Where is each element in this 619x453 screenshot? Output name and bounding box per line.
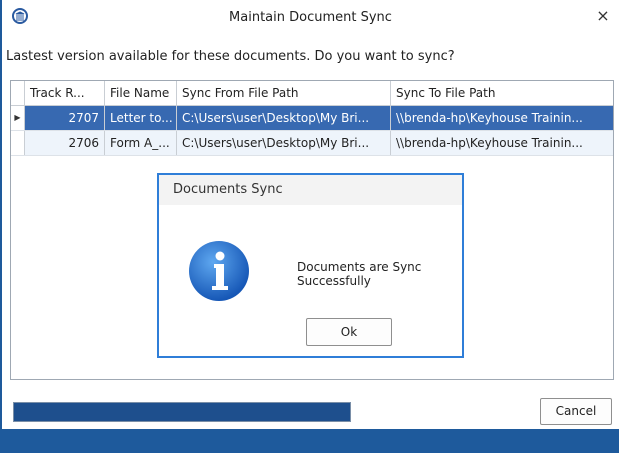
cell-sync-from: C:\Users\user\Desktop\My Bri... <box>177 131 391 155</box>
cell-sync-to: \\brenda-hp\Keyhouse Trainin... <box>391 106 613 130</box>
dialog-message: Documents are Sync Successfully <box>297 260 422 288</box>
cell-sync-to: \\brenda-hp\Keyhouse Trainin... <box>391 131 613 155</box>
column-header-sync-from[interactable]: Sync From File Path <box>177 81 391 105</box>
cell-sync-from: C:\Users\user\Desktop\My Bri... <box>177 106 391 130</box>
row-indicator-icon: ▶ <box>11 106 25 130</box>
sync-progress-bar <box>13 402 351 422</box>
cell-track: 2707 <box>25 106 105 130</box>
close-button[interactable]: × <box>593 6 613 26</box>
sync-window: Maintain Document Sync × Lastest version… <box>0 0 619 453</box>
window-border <box>0 0 2 453</box>
row-indicator <box>11 131 25 155</box>
prompt-text: Lastest version available for these docu… <box>6 49 455 64</box>
column-header-sync-to[interactable]: Sync To File Path <box>391 81 613 105</box>
column-header-track[interactable]: Track R... <box>25 81 105 105</box>
window-title: Maintain Document Sync <box>229 10 392 25</box>
sync-dialog: Documents Sync Documents are Sync Succes… <box>157 173 464 358</box>
cell-file-name: Form A_... <box>105 131 177 155</box>
table-row[interactable]: 2706 Form A_... C:\Users\user\Desktop\My… <box>11 131 613 156</box>
progress-fill <box>14 403 350 421</box>
column-header-file-name[interactable]: File Name <box>105 81 177 105</box>
table-row[interactable]: ▶ 2707 Letter to... C:\Users\user\Deskto… <box>11 106 613 131</box>
cell-file-name: Letter to... <box>105 106 177 130</box>
grid-header: Track R... File Name Sync From File Path… <box>11 81 613 106</box>
cell-track: 2706 <box>25 131 105 155</box>
header-indicator <box>11 81 25 105</box>
taskbar <box>0 429 619 453</box>
ok-button[interactable]: Ok <box>306 318 392 346</box>
title-bar: Maintain Document Sync × <box>2 0 619 44</box>
info-icon <box>189 241 249 301</box>
dialog-title: Documents Sync <box>159 175 462 205</box>
cancel-button[interactable]: Cancel <box>540 398 612 425</box>
